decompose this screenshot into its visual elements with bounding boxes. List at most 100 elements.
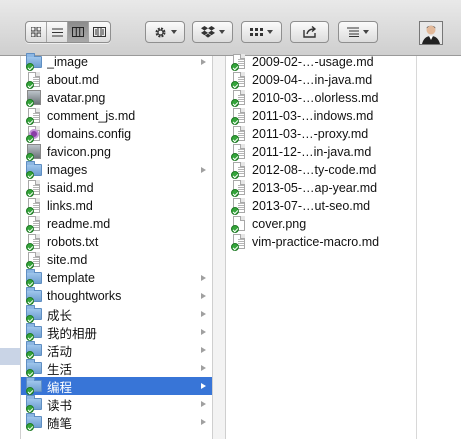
arrange-menu-button[interactable] [241, 21, 282, 43]
file-row[interactable]: site.md [21, 251, 212, 269]
empty-column[interactable] [416, 56, 461, 439]
item-name: 成长 [47, 308, 73, 323]
chevron-right-icon [201, 401, 206, 407]
folder-row[interactable]: images [21, 161, 212, 179]
file-row[interactable]: 2011-03-…-proxy.md [226, 125, 416, 143]
item-name: template [47, 271, 95, 285]
folder-row[interactable]: 读书 [21, 395, 212, 413]
user-avatar[interactable] [419, 21, 443, 45]
column-view-icon[interactable] [68, 22, 89, 42]
item-name: cover.png [252, 217, 307, 231]
item-name: 2011-03-…-proxy.md [252, 127, 369, 141]
view-mode-selector[interactable] [25, 21, 111, 43]
folder-row[interactable]: 随笔 [21, 413, 212, 431]
sync-check-icon [26, 243, 34, 251]
folder-icon [26, 341, 42, 359]
sort-list-icon [347, 27, 359, 37]
folder-row[interactable]: _image [21, 53, 212, 71]
file-row[interactable]: robots.txt [21, 233, 212, 251]
file-row[interactable]: avatar.png [21, 89, 212, 107]
sync-check-icon [26, 387, 34, 395]
item-name: domains.config [47, 127, 132, 141]
file-row[interactable]: 2012-08-…ty-code.md [226, 161, 416, 179]
file-row[interactable]: 2013-05-…ap-year.md [226, 179, 416, 197]
file-row[interactable]: isaid.md [21, 179, 212, 197]
file-row[interactable]: 2013-07-…ut-seo.md [226, 197, 416, 215]
chevron-right-icon [201, 293, 206, 299]
file-row[interactable]: comment_js.md [21, 107, 212, 125]
item-name: 读书 [47, 398, 73, 413]
item-name: readme.md [47, 217, 111, 231]
item-name: 2010-03-…olorless.md [252, 91, 379, 105]
item-name: 2009-04-…in-java.md [252, 73, 373, 87]
item-name: 活动 [47, 344, 73, 359]
file-row[interactable]: vim-practice-macro.md [226, 233, 416, 251]
folder-icon [26, 287, 42, 305]
item-name: 编程 [47, 380, 73, 395]
chevron-right-icon [201, 311, 206, 317]
item-name: vim-practice-macro.md [252, 235, 380, 249]
folder-icon [26, 323, 42, 341]
item-name: isaid.md [47, 181, 94, 195]
finder-toolbar [0, 0, 461, 56]
folder-icon [26, 359, 42, 377]
sync-check-icon [26, 333, 34, 341]
sync-check-icon [26, 423, 34, 431]
item-name: 2013-07-…ut-seo.md [252, 199, 371, 213]
sync-check-icon [26, 63, 34, 71]
sort-menu-button[interactable] [338, 21, 378, 43]
folder-row[interactable]: 我的相册 [21, 323, 212, 341]
folder-icon [26, 413, 42, 431]
column-divider[interactable] [212, 56, 226, 439]
folder-row[interactable]: 生活 [21, 359, 212, 377]
document-icon [231, 90, 247, 107]
file-row[interactable]: domains.config [21, 125, 212, 143]
sync-check-icon [26, 135, 34, 143]
document-icon [26, 180, 42, 197]
document-icon [231, 108, 247, 125]
sync-check-icon [26, 279, 34, 287]
file-row[interactable]: 2011-03-…indows.md [226, 107, 416, 125]
item-name: 2012-08-…ty-code.md [252, 163, 377, 177]
file-column[interactable]: 2009-02-…-usage.md 2009-04-…in-java.md 201… [226, 53, 416, 439]
file-row[interactable]: readme.md [21, 215, 212, 233]
folder-row[interactable]: template [21, 269, 212, 287]
file-row[interactable]: about.md [21, 71, 212, 89]
document-icon [26, 72, 42, 89]
coverflow-view-icon[interactable] [89, 22, 110, 42]
sync-check-icon [231, 153, 239, 161]
file-row[interactable]: 2009-02-…-usage.md [226, 53, 416, 71]
folder-column[interactable]: _image about.md avatar.png comment_js.mddom… [20, 53, 212, 439]
chevron-down-icon [363, 30, 369, 34]
file-row[interactable]: 2009-04-…in-java.md [226, 71, 416, 89]
dropbox-icon [200, 26, 215, 38]
file-row[interactable]: 2011-12-…in-java.md [226, 143, 416, 161]
sync-check-icon [231, 207, 239, 215]
list-view-icon[interactable] [47, 22, 68, 42]
folder-row[interactable]: thoughtworks [21, 287, 212, 305]
item-name: thoughtworks [47, 289, 122, 303]
chevron-right-icon [201, 167, 206, 173]
folder-row[interactable]: 活动 [21, 341, 212, 359]
folder-row[interactable]: 编程 [21, 377, 212, 395]
sync-check-icon [231, 243, 239, 251]
sync-check-icon [231, 171, 239, 179]
parent-selection-highlight [0, 348, 20, 365]
folder-row[interactable]: 成长 [21, 305, 212, 323]
file-row[interactable]: links.md [21, 197, 212, 215]
file-row[interactable]: cover.png [226, 215, 416, 233]
arrange-icon [250, 27, 263, 36]
dropbox-menu-button[interactable] [192, 21, 233, 43]
document-icon [26, 252, 42, 269]
share-button[interactable] [290, 21, 329, 43]
parent-column[interactable] [0, 56, 20, 439]
sync-check-icon [26, 225, 34, 233]
icon-view-icon[interactable] [26, 22, 47, 42]
sync-check-icon [231, 63, 239, 71]
file-row[interactable]: favicon.png [21, 143, 212, 161]
action-menu-button[interactable] [145, 21, 185, 43]
item-name: 我的相册 [47, 326, 98, 341]
item-name: images [47, 163, 88, 177]
chevron-down-icon [218, 30, 225, 34]
file-row[interactable]: 2010-03-…olorless.md [226, 89, 416, 107]
